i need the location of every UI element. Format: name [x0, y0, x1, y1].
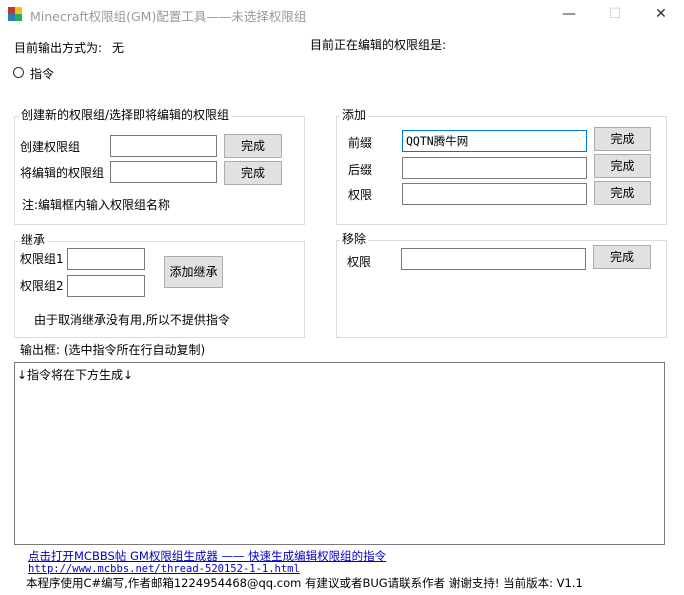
prefix-input[interactable]: QQTN腾牛网	[402, 130, 587, 152]
mcbbs-url-link[interactable]: http://www.mcbbs.net/thread-520152-1-1.h…	[28, 563, 300, 575]
add-inherit-button[interactable]: 添加继承	[164, 256, 223, 288]
output-mode-label: 目前输出方式为:	[14, 41, 103, 55]
edit-group-label: 将编辑的权限组	[20, 166, 105, 180]
command-radio-label[interactable]: 指令	[30, 65, 54, 82]
inherit-group2-label: 权限组2	[20, 279, 64, 293]
remove-permission-label: 权限	[347, 255, 372, 269]
remove-permission-input[interactable]	[401, 248, 586, 270]
suffix-label: 后缀	[348, 163, 373, 177]
inherit-note: 由于取消继承没有用,所以不提供指令	[34, 313, 230, 327]
minecraft-app-icon	[8, 7, 22, 21]
output-mode-value: 无	[112, 41, 125, 55]
remove-box-title: 移除	[340, 232, 369, 246]
window-title: Minecraft权限组(GM)配置工具——未选择权限组	[30, 9, 307, 24]
create-group-label: 创建权限组	[20, 140, 81, 154]
prefix-label: 前缀	[348, 136, 373, 150]
minimize-button[interactable]: —	[546, 0, 592, 28]
add-permission-input[interactable]	[402, 183, 587, 205]
create-group-input[interactable]	[110, 135, 217, 157]
close-button[interactable]: ✕	[638, 0, 684, 28]
add-permission-label: 权限	[348, 188, 373, 202]
edit-group-done-button[interactable]: 完成	[224, 161, 282, 185]
edit-group-input[interactable]	[110, 161, 217, 183]
create-group-title: 创建新的权限组/选择即将编辑的权限组	[19, 108, 232, 122]
inherit-box-title: 继承	[19, 233, 48, 247]
suffix-input[interactable]	[402, 157, 587, 179]
inherit-group2-input[interactable]	[67, 275, 145, 297]
prefix-done-button[interactable]: 完成	[594, 127, 651, 151]
maximize-button[interactable]: ☐	[592, 0, 638, 28]
editing-group-label: 目前正在编辑的权限组是:	[310, 38, 447, 52]
title-bar: Minecraft权限组(GM)配置工具——未选择权限组 — ☐ ✕	[0, 0, 684, 28]
command-radio[interactable]	[13, 67, 24, 78]
inherit-group1-label: 权限组1	[20, 252, 64, 266]
footer-info: 本程序使用C#编写,作者邮箱1224954468@qq.com 有建议或者BUG…	[26, 576, 583, 590]
add-box-title: 添加	[340, 108, 369, 122]
inherit-group1-input[interactable]	[67, 248, 145, 270]
output-textbox[interactable]: ↓指令将在下方生成↓	[14, 362, 665, 545]
output-label: 输出框: (选中指令所在行自动复制)	[20, 343, 206, 357]
create-group-note: 注:编辑框内输入权限组名称	[22, 198, 171, 212]
suffix-done-button[interactable]: 完成	[594, 154, 651, 178]
create-group-done-button[interactable]: 完成	[224, 134, 282, 158]
add-permission-done-button[interactable]: 完成	[594, 181, 651, 205]
remove-done-button[interactable]: 完成	[593, 245, 651, 269]
mcbbs-thread-link[interactable]: 点击打开MCBBS帖 GM权限组生成器 —— 快速生成编辑权限组的指令	[28, 548, 386, 564]
